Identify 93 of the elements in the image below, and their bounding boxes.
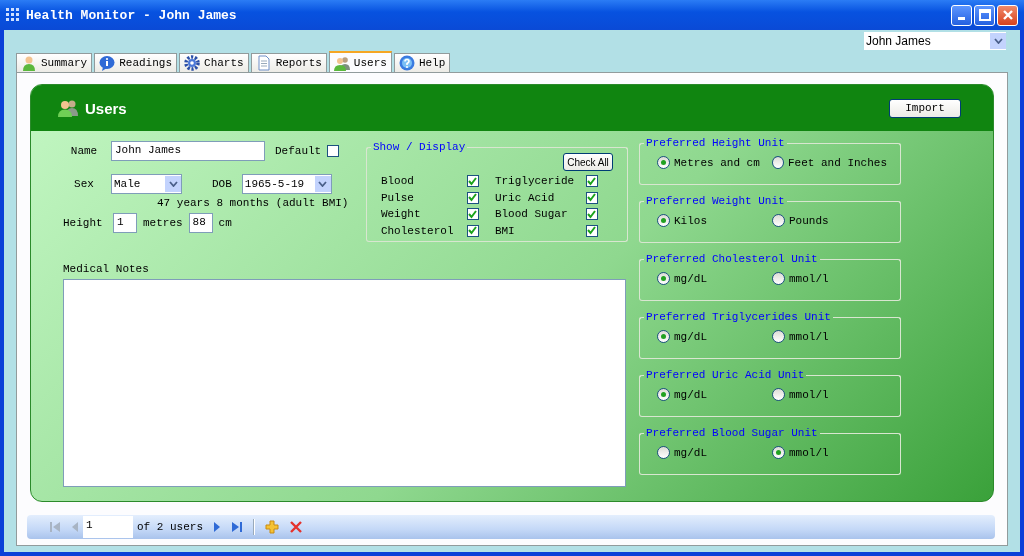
import-button[interactable]: Import	[889, 98, 961, 118]
group-title: Preferred Weight Unit	[645, 194, 786, 208]
maximize-icon	[978, 9, 991, 21]
window-title: Health Monitor - John James	[26, 7, 237, 23]
caret-icon	[993, 38, 1003, 44]
checkbox[interactable]	[466, 208, 479, 221]
default-label: Default	[275, 145, 322, 157]
caret-icon	[318, 181, 328, 187]
radio-button[interactable]	[772, 330, 785, 343]
radio-label: mmol/l	[789, 330, 829, 343]
group-title: Preferred Height Unit	[645, 136, 786, 150]
people-icon	[333, 54, 350, 71]
radio-label: mmol/l	[789, 272, 829, 285]
display-option-label: Blood	[380, 175, 415, 188]
display-option-label: Blood Sugar	[494, 208, 569, 221]
age-text: 47 years 8 months (adult BMI)	[156, 197, 350, 209]
close-icon	[1001, 9, 1014, 21]
metres-field[interactable]: 1	[113, 213, 137, 233]
radio-label: Kilos	[674, 214, 707, 227]
person-icon	[21, 55, 37, 71]
group-title: Preferred Uric Acid Unit	[645, 368, 806, 382]
sex-dropdown[interactable]: Male	[111, 174, 182, 194]
tab[interactable]: Reports	[250, 53, 327, 72]
tab[interactable]: Help	[393, 53, 451, 72]
display-option-label: Triglyceride	[494, 175, 576, 188]
medical-notes-field[interactable]	[63, 279, 626, 487]
tab[interactable]: Charts	[179, 53, 249, 72]
radio-button[interactable]	[657, 446, 670, 459]
name-field[interactable]: John James	[111, 141, 265, 161]
checkbox[interactable]	[466, 191, 479, 204]
radio-button[interactable]	[657, 388, 670, 401]
radio-button[interactable]	[657, 330, 670, 343]
checkbox[interactable]	[585, 224, 598, 237]
display-option-label: Pulse	[380, 191, 415, 204]
checkbox[interactable]	[585, 175, 598, 188]
sex-label: Sex	[73, 178, 95, 190]
radio-button[interactable]	[772, 214, 785, 227]
display-option-label: Weight	[380, 208, 422, 221]
radio-button[interactable]	[657, 156, 670, 169]
help-icon	[398, 55, 415, 71]
group-title: Preferred Triglycerides Unit	[645, 310, 832, 324]
radio-label: Feet and Inches	[787, 156, 887, 169]
user-dropdown[interactable]: John James	[864, 32, 1006, 50]
cm-field[interactable]: 88	[188, 213, 213, 233]
next-icon[interactable]	[213, 521, 221, 533]
minimize-icon	[958, 17, 965, 20]
close-button[interactable]	[997, 4, 1018, 26]
metres-label: metres	[143, 217, 183, 229]
radio-button[interactable]	[772, 156, 784, 169]
maximize-button[interactable]	[974, 4, 995, 26]
cm-label: cm	[218, 217, 232, 229]
radio-button[interactable]	[657, 272, 670, 285]
radio-label: mg/dL	[674, 388, 707, 401]
radio-label: mg/dL	[674, 330, 707, 343]
display-option-label: Cholesterol	[380, 224, 455, 237]
dob-picker[interactable]: 1965-5-19	[241, 174, 332, 194]
minimize-button[interactable]	[951, 4, 972, 26]
display-option-label: Uric Acid	[494, 191, 556, 204]
radio-label: mmol/l	[789, 446, 829, 459]
display-option-label: BMI	[494, 224, 516, 237]
radio-label: mg/dL	[674, 446, 707, 459]
checkbox[interactable]	[585, 208, 598, 221]
default-checkbox[interactable]	[327, 145, 340, 157]
user-count-text: of 2 users	[137, 521, 203, 533]
radio-button[interactable]	[772, 446, 785, 459]
tab[interactable]: Readings	[94, 53, 178, 72]
radio-button[interactable]	[772, 388, 785, 401]
users-icon	[57, 99, 79, 117]
name-label: Name	[69, 145, 99, 157]
height-label: Height	[63, 217, 104, 229]
radio-label: mmol/l	[789, 388, 829, 401]
check-all-button[interactable]: Check All	[563, 153, 613, 171]
dob-label: DOB	[212, 178, 232, 190]
tab[interactable]: Users	[328, 51, 392, 72]
radio-label: Pounds	[789, 214, 829, 227]
group-title: Show / Display	[371, 140, 467, 154]
last-icon[interactable]	[231, 521, 243, 533]
radio-label: Metres and cm	[674, 156, 760, 169]
app-icon	[6, 8, 20, 22]
radio-button[interactable]	[657, 214, 670, 227]
group-title: Preferred Cholesterol Unit	[645, 252, 819, 266]
group-title: Preferred Blood Sugar Unit	[645, 426, 819, 440]
tab[interactable]: Summary	[16, 53, 93, 72]
checkbox[interactable]	[466, 175, 479, 188]
panel-title: Users	[85, 99, 127, 117]
checkbox[interactable]	[585, 191, 598, 204]
caret-icon	[168, 181, 178, 187]
position-field[interactable]: 1	[83, 516, 133, 538]
radio-button[interactable]	[772, 272, 785, 285]
radio-label: mg/dL	[674, 272, 707, 285]
delete-icon[interactable]	[289, 520, 303, 534]
notes-label: Medical Notes	[63, 263, 150, 277]
checkbox[interactable]	[466, 224, 479, 237]
